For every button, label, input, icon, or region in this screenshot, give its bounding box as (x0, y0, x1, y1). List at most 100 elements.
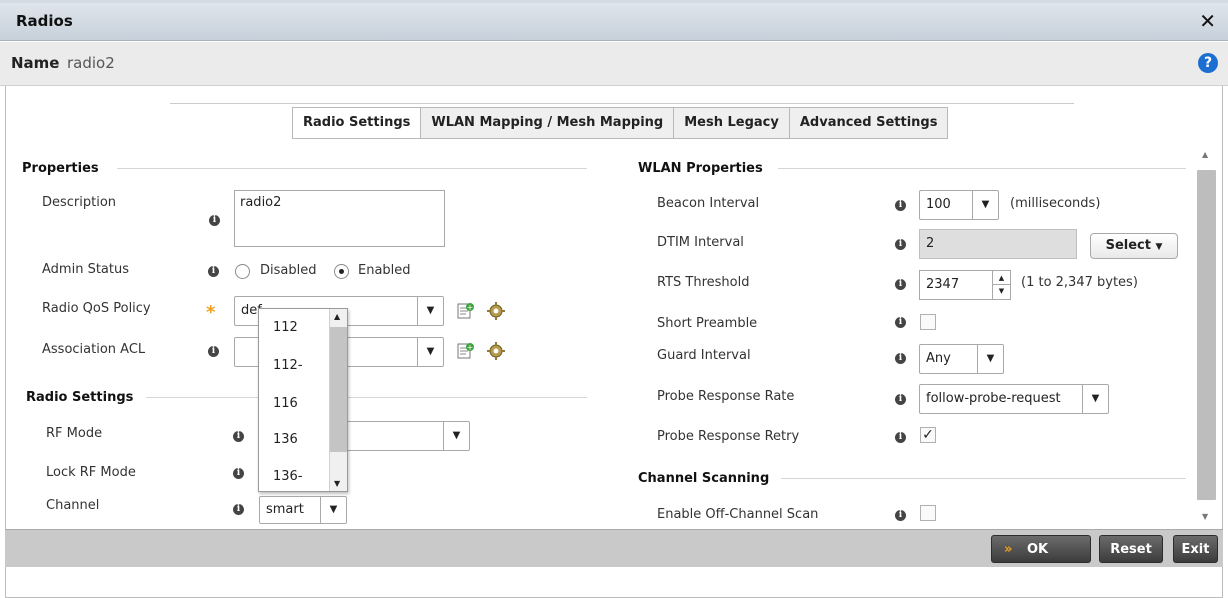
create-acl-icon[interactable]: + (457, 342, 475, 360)
svg-text:+: + (467, 343, 474, 352)
properties-divider (117, 168, 587, 169)
dropdown-scrollbar[interactable]: ▲ ▼ (329, 309, 347, 491)
channel-option[interactable]: 112- (273, 358, 303, 373)
chevron-down-icon: ▼ (443, 422, 469, 450)
dtim-select-button[interactable]: Select ▼ (1090, 233, 1178, 259)
channel-value: smart (266, 502, 304, 517)
admin-enabled-radio[interactable] (334, 264, 349, 279)
admin-status-label: Admin Status (42, 262, 129, 277)
name-label: Name (11, 54, 60, 72)
info-icon: i (233, 504, 244, 515)
dtim-interval-label: DTIM Interval (657, 235, 744, 250)
exit-button[interactable]: Exit (1173, 535, 1218, 563)
rts-threshold-value: 2347 (926, 277, 960, 292)
info-icon: i (233, 468, 244, 479)
short-preamble-checkbox[interactable] (920, 314, 936, 330)
guard-interval-label: Guard Interval (657, 348, 751, 363)
reset-button[interactable]: Reset (1099, 535, 1163, 563)
main-scroll-thumb[interactable] (1197, 170, 1216, 500)
chevron-down-icon: ▼ (1155, 242, 1163, 252)
dtim-interval-field[interactable]: 2 (919, 229, 1077, 259)
scroll-down-icon[interactable]: ▼ (334, 479, 340, 488)
scroll-up-icon[interactable]: ▲ (334, 312, 340, 321)
scroll-up-icon[interactable]: ▲ (1202, 150, 1208, 159)
chevron-down-icon: ▼ (1082, 385, 1108, 413)
beacon-interval-select[interactable]: 100 ▼ (919, 190, 999, 220)
svg-text:+: + (467, 303, 474, 312)
help-icon[interactable]: ? (1198, 53, 1218, 73)
probe-response-retry-checkbox[interactable]: ✓ (920, 427, 936, 443)
create-policy-icon[interactable]: + (457, 302, 475, 320)
admin-disabled-radio[interactable] (235, 264, 250, 279)
double-chevron-icon: » (1004, 542, 1013, 557)
edit-acl-gear-icon[interactable] (487, 342, 505, 360)
bottom-panel (5, 567, 1223, 598)
info-icon: i (895, 353, 906, 364)
info-icon: i (895, 432, 906, 443)
info-icon: i (895, 239, 906, 250)
admin-disabled-label: Disabled (260, 263, 317, 278)
beacon-interval-label: Beacon Interval (657, 196, 760, 211)
ok-button[interactable]: » OK (991, 535, 1091, 563)
chevron-down-icon: ▼ (320, 497, 346, 523)
channel-option[interactable]: 136- (273, 469, 303, 484)
scroll-down-icon[interactable]: ▼ (1202, 512, 1208, 521)
info-icon: i (895, 317, 906, 328)
close-icon[interactable]: ✕ (1199, 9, 1216, 33)
info-icon: i (208, 266, 219, 277)
info-icon: i (895, 200, 906, 211)
channel-label: Channel (46, 498, 100, 513)
chevron-down-icon: ▼ (417, 338, 443, 366)
chevron-down-icon: ▼ (972, 191, 998, 219)
main-scrollbar[interactable]: ▲ ▼ (1196, 148, 1218, 526)
guard-interval-select[interactable]: Any ▼ (919, 344, 1004, 374)
tab-bar: Radio Settings WLAN Mapping / Mesh Mappi… (292, 107, 949, 139)
stepper-up-icon[interactable]: ▲ (993, 271, 1010, 285)
dropdown-scroll-thumb[interactable] (330, 327, 347, 452)
off-channel-scan-label: Enable Off-Channel Scan (657, 507, 819, 522)
ok-button-label: OK (1026, 542, 1049, 557)
tab-wlan-mapping[interactable]: WLAN Mapping / Mesh Mapping (420, 108, 674, 138)
info-icon: i (209, 215, 220, 226)
info-icon: i (895, 510, 906, 521)
beacon-interval-value: 100 (926, 197, 951, 212)
dialog-title: Radios (16, 12, 73, 30)
off-channel-scan-checkbox[interactable] (920, 505, 936, 521)
guard-interval-value: Any (926, 351, 951, 366)
tab-divider (170, 103, 1074, 104)
dialog-titlebar: Radios ✕ (0, 3, 1228, 41)
rts-threshold-label: RTS Threshold (657, 275, 750, 290)
edit-policy-gear-icon[interactable] (487, 302, 505, 320)
select-button-label: Select (1105, 238, 1151, 253)
probe-response-rate-select[interactable]: follow-probe-request ▼ (919, 384, 1109, 414)
required-star-icon: * (206, 302, 216, 323)
channel-option[interactable]: 136 (273, 432, 298, 447)
tab-advanced-settings[interactable]: Advanced Settings (788, 108, 948, 138)
stepper-down-icon[interactable]: ▼ (993, 285, 1010, 298)
probe-response-rate-label: Probe Response Rate (657, 389, 795, 404)
channel-dropdown-list: 112 112- 116 136 136- ▲ ▼ (258, 308, 348, 492)
stepper-buttons[interactable]: ▲ ▼ (992, 271, 1010, 299)
info-icon: i (233, 431, 244, 442)
lock-rf-mode-label: Lock RF Mode (46, 465, 136, 480)
tab-radio-settings[interactable]: Radio Settings (293, 108, 421, 138)
description-label: Description (42, 195, 117, 210)
channel-select[interactable]: smart ▼ (259, 496, 347, 524)
admin-enabled-label: Enabled (358, 263, 411, 278)
association-acl-label: Association ACL (42, 342, 146, 357)
channel-scanning-divider (781, 478, 1186, 479)
name-bar: Name radio2 ? (0, 42, 1228, 86)
channel-scanning-heading: Channel Scanning (638, 471, 770, 486)
channel-option[interactable]: 116 (273, 396, 298, 411)
dialog-footer: » OK Reset Exit (5, 529, 1223, 567)
rts-range-hint: (1 to 2,347 bytes) (1021, 275, 1138, 290)
channel-option[interactable]: 112 (273, 320, 298, 335)
rf-mode-label: RF Mode (46, 426, 103, 441)
beacon-unit: (milliseconds) (1010, 196, 1101, 211)
content-frame (5, 86, 1223, 530)
probe-response-retry-label: Probe Response Retry (657, 429, 800, 444)
tab-mesh-legacy[interactable]: Mesh Legacy (673, 108, 789, 138)
rts-threshold-stepper[interactable]: 2347 ▲ ▼ (919, 270, 1011, 300)
description-field[interactable]: radio2 (234, 190, 445, 247)
info-icon: i (895, 279, 906, 290)
